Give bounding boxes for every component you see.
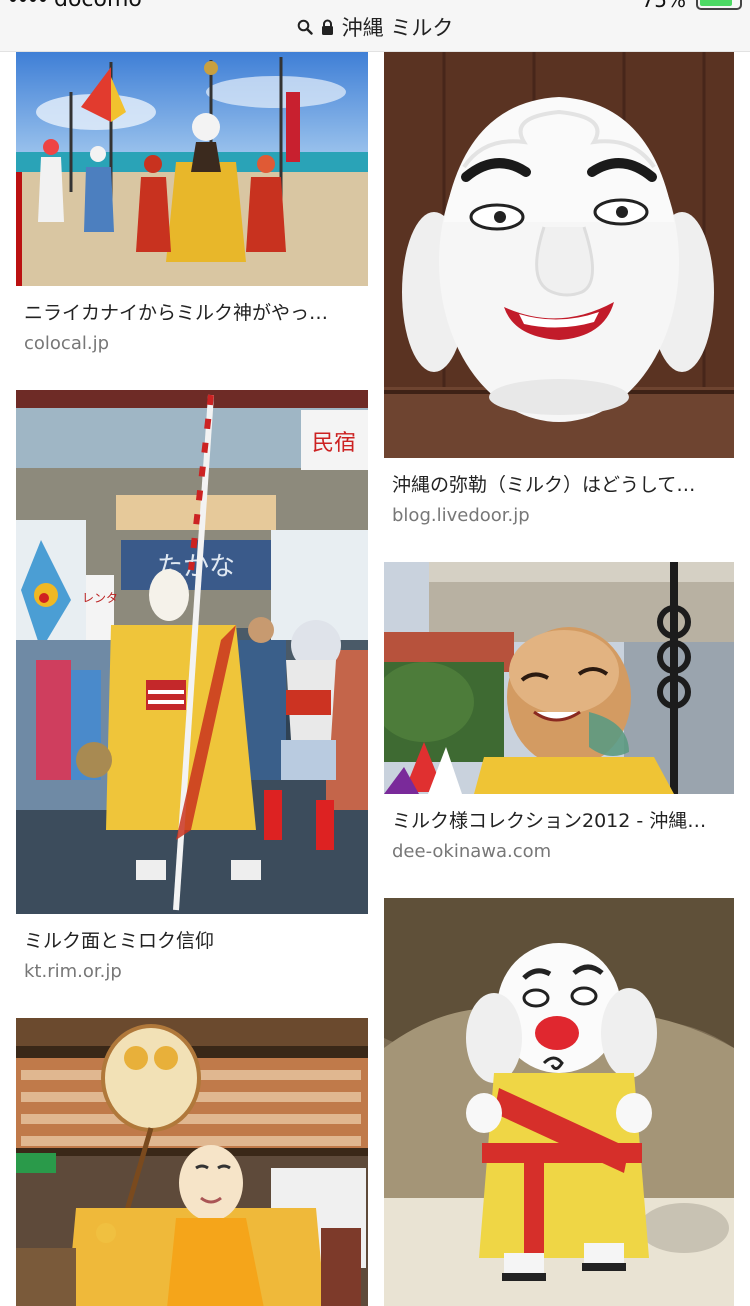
lock-icon: [321, 19, 333, 35]
result-image-mask-yellow-cloth[interactable]: [384, 562, 734, 794]
result-card[interactable]: [384, 898, 734, 1306]
result-card[interactable]: ニライカナイからミルク神がやっ… colocal.jp: [16, 52, 368, 356]
result-card[interactable]: 沖縄の弥勒（ミルク）はどうして… blog.livedoor.jp: [384, 52, 734, 528]
result-title[interactable]: 沖縄の弥勒（ミルク）はどうして…: [384, 472, 734, 498]
result-image-mascot-costume[interactable]: [384, 898, 734, 1306]
result-domain: kt.rim.or.jp: [24, 961, 122, 982]
result-title[interactable]: ミルク面とミロク信仰: [16, 928, 368, 954]
result-image-festival-beach[interactable]: [16, 52, 368, 286]
battery-icon: [696, 0, 742, 10]
carrier-label: docomo: [54, 0, 142, 12]
browser-top-bar: docomo 75% 沖縄 ミルク: [0, 0, 750, 52]
result-domain: blog.livedoor.jp: [392, 505, 530, 526]
result-card[interactable]: ミルク様コレクション2012 - 沖縄… dee-okinawa.com: [384, 562, 734, 864]
battery-percent: 75%: [641, 0, 686, 12]
status-bar-left: docomo: [10, 0, 142, 12]
search-icon: [297, 19, 313, 35]
url-text: 沖縄 ミルク: [341, 16, 454, 40]
result-image-yellow-robe-dancer[interactable]: 民宿 たかな レンタ: [16, 390, 368, 914]
rental-sign: レンタ: [82, 591, 118, 605]
result-image-stage-dancer[interactable]: [16, 1018, 368, 1306]
result-domain: dee-okinawa.com: [392, 841, 552, 862]
result-title[interactable]: ニライカナイからミルク神がやっ…: [16, 300, 368, 326]
browser-page: docomo 75% 沖縄 ミルク: [0, 0, 750, 1306]
result-title[interactable]: ミルク様コレクション2012 - 沖縄…: [384, 808, 734, 834]
minshuku-sign: 民宿: [312, 431, 356, 456]
result-card[interactable]: [16, 1018, 368, 1306]
status-bar-right: 75%: [642, 0, 742, 12]
result-card[interactable]: 民宿 たかな レンタ ミルク面とミロク信仰 kt.rim.or.jp: [16, 390, 368, 984]
result-domain: colocal.jp: [24, 333, 109, 354]
url-bar[interactable]: 沖縄 ミルク: [0, 12, 750, 42]
signal-icon: [10, 0, 46, 2]
result-image-white-mask[interactable]: [384, 52, 734, 458]
